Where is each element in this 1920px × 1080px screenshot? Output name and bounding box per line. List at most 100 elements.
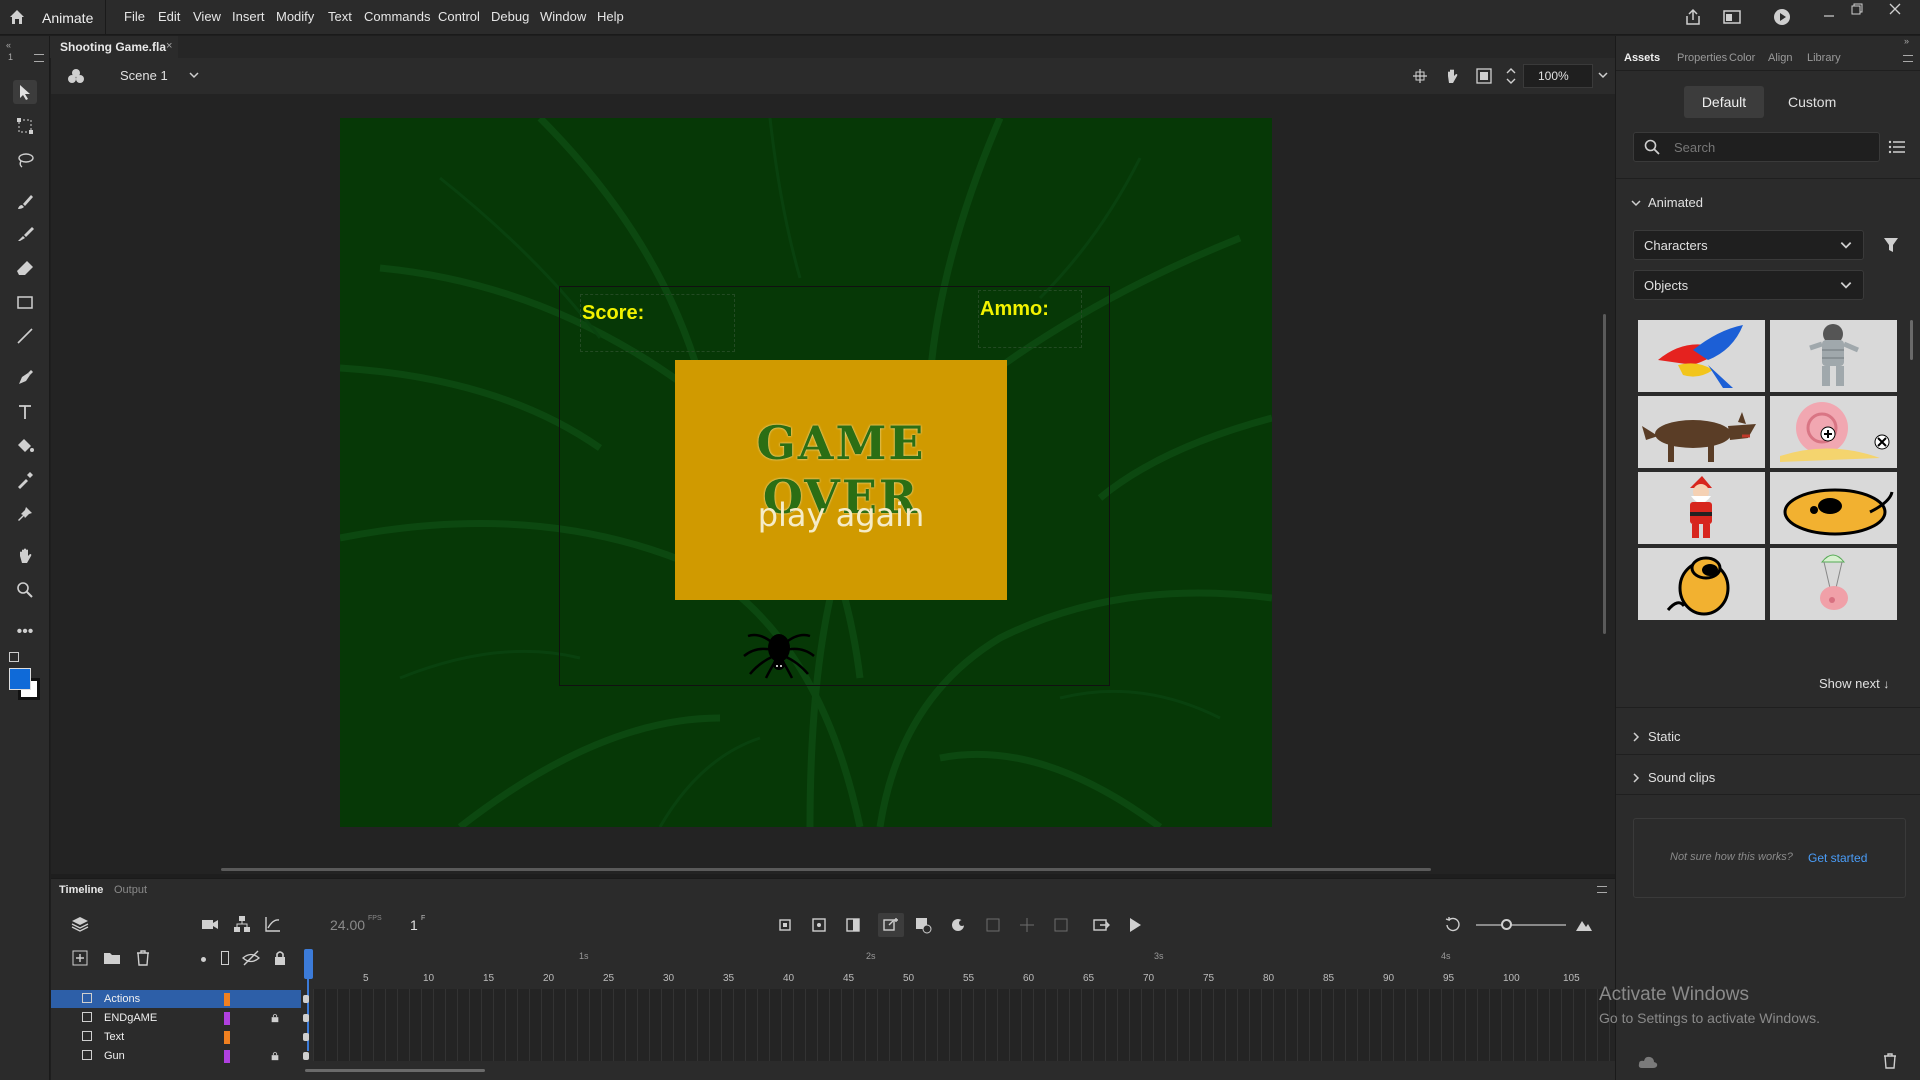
keyframe-options-icon[interactable] xyxy=(914,916,932,934)
menu-control[interactable]: Control xyxy=(438,9,480,24)
keyframe[interactable] xyxy=(303,1014,309,1022)
layers-icon[interactable] xyxy=(71,915,89,933)
assets-scrollbar[interactable] xyxy=(1910,320,1913,360)
tab-output[interactable]: Output xyxy=(114,884,147,896)
brush-tool-icon[interactable] xyxy=(13,222,37,246)
playhead[interactable] xyxy=(304,949,313,979)
clip-content-icon[interactable] xyxy=(1475,67,1493,85)
tab-timeline[interactable]: Timeline xyxy=(59,884,103,896)
asset-thumb-dog-lying[interactable] xyxy=(1770,472,1897,544)
free-transform-tool-icon[interactable] xyxy=(13,114,37,138)
outline-all-icon[interactable] xyxy=(221,951,229,965)
home-icon[interactable] xyxy=(8,8,26,26)
menu-view[interactable]: View xyxy=(193,9,221,24)
characters-dropdown[interactable]: Characters xyxy=(1633,230,1864,260)
menu-text[interactable]: Text xyxy=(328,9,352,24)
reset-zoom-icon[interactable] xyxy=(1444,916,1462,934)
rectangle-tool-icon[interactable] xyxy=(13,290,37,314)
stage[interactable]: Score: Ammo: GAME OVER play again xyxy=(340,118,1272,827)
insert-blank-keyframe-icon[interactable] xyxy=(984,916,1002,934)
custom-toggle[interactable]: Custom xyxy=(1788,94,1836,110)
game-over-panel[interactable]: GAME OVER play again xyxy=(675,360,1007,600)
line-tool-icon[interactable] xyxy=(13,324,37,348)
layer-color-chip[interactable] xyxy=(224,1031,230,1044)
zoom-field[interactable]: 100% xyxy=(1523,64,1593,88)
highlight-layers-dot[interactable] xyxy=(201,957,206,962)
selection-tool-icon[interactable] xyxy=(13,80,37,104)
menu-modify[interactable]: Modify xyxy=(276,9,314,24)
lock-icon[interactable] xyxy=(270,1013,280,1023)
animated-section-header[interactable]: Animated xyxy=(1630,194,1830,212)
tab-assets[interactable]: Assets xyxy=(1624,52,1660,64)
stage-vertical-scrollbar[interactable] xyxy=(1603,314,1606,634)
layer-color-chip[interactable] xyxy=(224,1012,230,1025)
more-tools-icon[interactable]: ••• xyxy=(13,620,37,644)
share-icon[interactable] xyxy=(1684,8,1702,26)
default-toggle[interactable]: Default xyxy=(1684,86,1764,118)
tab-library[interactable]: Library xyxy=(1807,52,1841,64)
pin-tool-icon[interactable] xyxy=(13,502,37,526)
lasso-tool-icon[interactable] xyxy=(13,148,37,172)
delete-layer-icon[interactable] xyxy=(134,949,152,967)
fps-value[interactable]: 24.00 xyxy=(330,917,365,933)
loop-icon[interactable] xyxy=(810,916,828,934)
document-tab[interactable]: Shooting Game.fla × xyxy=(50,36,178,58)
asset-search-input[interactable]: Search xyxy=(1633,132,1880,162)
layer-parenting-icon[interactable] xyxy=(233,915,251,933)
layer-row[interactable]: Text xyxy=(51,1028,309,1046)
tab-properties[interactable]: Properties xyxy=(1677,52,1727,64)
timeline-zoom-handle[interactable] xyxy=(1501,919,1512,930)
collapse-toolbar-icon[interactable]: « xyxy=(6,40,11,50)
objects-dropdown[interactable]: Objects xyxy=(1633,270,1864,300)
swap-colors-icon[interactable] xyxy=(9,652,19,662)
layer-row[interactable]: Actions xyxy=(51,990,309,1008)
cloud-icon[interactable] xyxy=(1638,1054,1658,1070)
play-icon[interactable] xyxy=(1126,916,1144,934)
mountain-zoom-icon[interactable] xyxy=(1575,916,1593,934)
layer-color-chip[interactable] xyxy=(224,993,230,1006)
scene-icon[interactable] xyxy=(67,67,85,85)
zoom-dropdown-icon[interactable] xyxy=(1597,69,1609,81)
timeline-zoom-slider[interactable] xyxy=(1476,924,1566,926)
edit-multiple-frames-icon[interactable] xyxy=(878,913,904,937)
graph-icon[interactable] xyxy=(264,915,282,933)
workspace-icon[interactable] xyxy=(1723,9,1741,25)
frame-grid[interactable] xyxy=(313,989,1648,1061)
center-frame-icon[interactable] xyxy=(776,916,794,934)
menu-commands[interactable]: Commands xyxy=(364,9,430,24)
show-next-button[interactable]: Show next ↓ xyxy=(1819,676,1889,691)
toolbar-menu-icon[interactable] xyxy=(34,54,44,62)
zoom-tool-icon[interactable] xyxy=(13,578,37,602)
play-again-button[interactable]: play again xyxy=(675,496,1007,534)
list-view-icon[interactable] xyxy=(1888,139,1906,155)
restore-icon[interactable] xyxy=(1850,2,1864,16)
layer-row[interactable]: Gun xyxy=(51,1047,309,1065)
text-tool-icon[interactable] xyxy=(13,400,37,424)
filter-icon[interactable] xyxy=(1882,236,1900,254)
collapse-panel-icon[interactable]: » xyxy=(1904,36,1909,46)
keyframe[interactable] xyxy=(303,1052,309,1060)
insert-frame-icon[interactable] xyxy=(1018,916,1036,934)
export-frames-icon[interactable] xyxy=(1092,916,1110,934)
asset-thumb-mummy[interactable] xyxy=(1770,320,1897,392)
menu-debug[interactable]: Debug xyxy=(491,9,529,24)
sound-clips-section-header[interactable]: Sound clips xyxy=(1630,769,1830,787)
stage-horizontal-scrollbar[interactable] xyxy=(221,868,1431,871)
spider-gun-icon[interactable] xyxy=(740,618,818,680)
minimize-icon[interactable] xyxy=(1822,9,1836,23)
tab-color[interactable]: Color xyxy=(1729,52,1755,64)
panel-menu-icon[interactable] xyxy=(1903,55,1913,62)
hide-all-icon[interactable] xyxy=(242,949,260,967)
menu-edit[interactable]: Edit xyxy=(158,9,180,24)
insert-keyframe-icon[interactable] xyxy=(950,916,968,934)
keyframe[interactable] xyxy=(303,1033,309,1041)
rotate-stage-icon[interactable] xyxy=(1443,67,1461,85)
new-layer-icon[interactable] xyxy=(71,949,89,967)
center-stage-icon[interactable] xyxy=(1505,66,1517,86)
layer-row[interactable]: ENDgAME xyxy=(51,1009,309,1027)
close-window-icon[interactable] xyxy=(1888,2,1902,16)
onion-skin-icon[interactable] xyxy=(844,916,862,934)
asset-thumb-santa[interactable] xyxy=(1638,472,1765,544)
close-tab-icon[interactable]: × xyxy=(166,40,172,52)
timeline-horizontal-scrollbar[interactable] xyxy=(305,1069,485,1072)
